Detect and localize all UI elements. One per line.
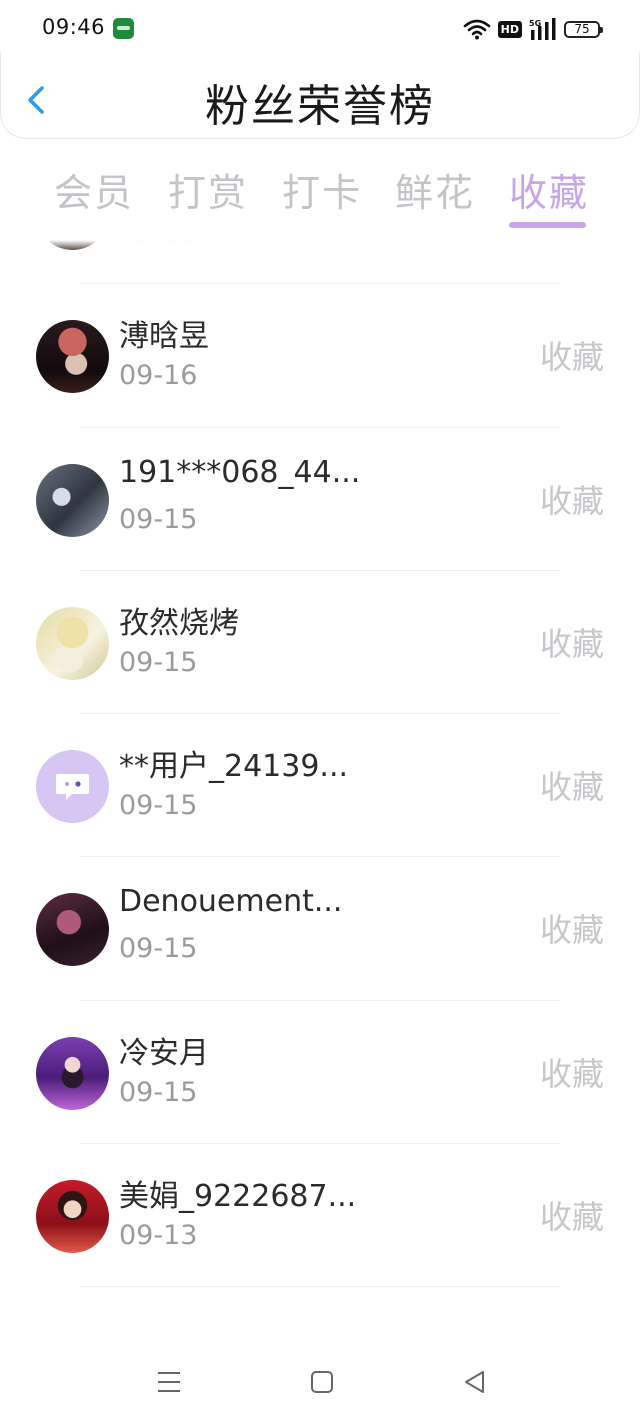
battery-icon: 75 bbox=[564, 20, 603, 38]
tab-checkin[interactable]: 打卡 bbox=[282, 162, 362, 217]
list-item[interactable]: 美娟_9222687... 09-13 收藏 bbox=[0, 1144, 640, 1288]
list-item[interactable]: **用户_24139... 09-15 收藏 bbox=[0, 714, 640, 858]
favorite-label: 收藏 bbox=[539, 624, 604, 663]
page-title: 粉丝荣誉榜 bbox=[205, 81, 435, 132]
user-nickname: Denouement... bbox=[119, 884, 343, 920]
favorite-date: 09-15 bbox=[119, 933, 198, 965]
user-nickname: 191***068_44... bbox=[119, 454, 361, 490]
favorite-label: 收藏 bbox=[539, 481, 604, 520]
back-triangle-icon[interactable] bbox=[461, 1368, 489, 1396]
status-bar: 09:46 HD 5G 75 bbox=[0, 0, 640, 58]
tab-favorites[interactable]: 收藏 bbox=[509, 162, 589, 217]
user-nickname: **用户_24139... bbox=[119, 749, 349, 785]
active-tab-indicator bbox=[509, 222, 586, 228]
list-item[interactable]: Denouement... 09-15 收藏 bbox=[0, 857, 640, 1001]
favorite-date: 09-15 bbox=[119, 503, 198, 535]
status-icons: HD 5G 75 bbox=[463, 16, 603, 42]
favorite-label: 收藏 bbox=[539, 768, 604, 807]
wifi-icon bbox=[463, 19, 490, 40]
list-item[interactable]: 191***068_44... 09-15 收藏 bbox=[0, 428, 640, 571]
fan-list[interactable]: 09-16 收藏 溥晗昱 09-16 收藏 191***068_44... 09… bbox=[0, 240, 640, 1340]
avatar[interactable] bbox=[36, 750, 109, 824]
tab-tips[interactable]: 打赏 bbox=[168, 162, 248, 217]
avatar[interactable] bbox=[36, 893, 109, 967]
list-top-fade bbox=[0, 240, 640, 252]
avatar[interactable] bbox=[36, 463, 109, 537]
user-nickname: 溥晗昱 bbox=[119, 319, 209, 355]
list-item[interactable]: 溥晗昱 09-16 收藏 bbox=[0, 284, 640, 428]
fan-list-content: 09-16 收藏 溥晗昱 09-16 收藏 191***068_44... 09… bbox=[0, 240, 640, 1288]
favorite-date: 09-15 bbox=[119, 1076, 198, 1108]
avatar[interactable] bbox=[36, 606, 109, 680]
home-square-icon[interactable] bbox=[308, 1368, 336, 1396]
list-item[interactable]: 冷安月 09-15 收藏 bbox=[0, 1001, 640, 1145]
app-notification-icon bbox=[113, 18, 134, 39]
favorite-date: 09-15 bbox=[119, 646, 198, 678]
user-nickname: 美娟_9222687... bbox=[119, 1179, 357, 1215]
status-time: 09:46 bbox=[42, 15, 106, 39]
favorite-date: 09-13 bbox=[119, 1220, 198, 1252]
avatar[interactable] bbox=[36, 320, 109, 394]
hd-badge: HD bbox=[497, 20, 522, 38]
favorite-date: 09-16 bbox=[119, 360, 198, 392]
favorite-label: 收藏 bbox=[539, 1198, 604, 1237]
user-nickname: 孜然烧烤 bbox=[119, 605, 239, 641]
header: 粉丝荣誉榜 bbox=[0, 52, 640, 140]
avatar[interactable] bbox=[36, 1036, 109, 1110]
battery-level: 75 bbox=[574, 22, 590, 36]
tab-bar: 会员 打赏 打卡 鲜花 收藏 bbox=[0, 150, 640, 240]
row-divider bbox=[80, 1286, 560, 1288]
tab-members[interactable]: 会员 bbox=[54, 162, 134, 217]
system-nav-bar bbox=[0, 1340, 640, 1422]
favorite-label: 收藏 bbox=[539, 338, 604, 377]
signal-icon: 5G bbox=[529, 18, 556, 40]
avatar[interactable] bbox=[36, 1180, 109, 1254]
chat-bubble-icon bbox=[56, 774, 89, 801]
favorite-label: 收藏 bbox=[539, 1054, 604, 1093]
menu-icon[interactable] bbox=[155, 1368, 183, 1396]
list-item[interactable]: 孜然烧烤 09-15 收藏 bbox=[0, 571, 640, 715]
user-nickname: 冷安月 bbox=[119, 1035, 209, 1071]
favorite-label: 收藏 bbox=[539, 911, 604, 950]
favorite-date: 09-15 bbox=[119, 790, 198, 822]
tab-flowers[interactable]: 鲜花 bbox=[395, 162, 475, 217]
